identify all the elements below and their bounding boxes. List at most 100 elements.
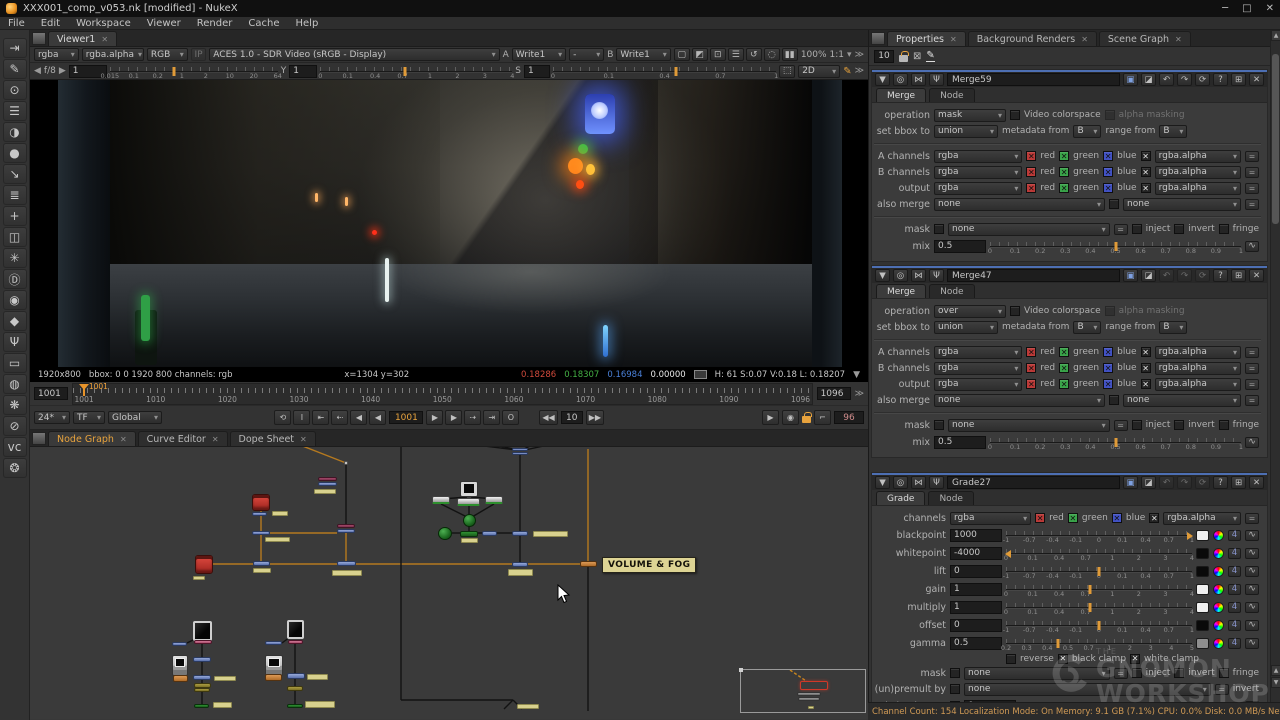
- alpha-checkbox[interactable]: ✕: [1141, 167, 1151, 177]
- color-swatch-button[interactable]: [1196, 566, 1209, 577]
- playhead[interactable]: [83, 384, 85, 396]
- node-label[interactable]: [332, 570, 362, 576]
- close-icon[interactable]: ✕: [1249, 476, 1264, 489]
- keyer-icon[interactable]: ↘: [3, 164, 27, 184]
- node-color-icon[interactable]: ◪: [1141, 269, 1156, 282]
- dropdown[interactable]: rgba: [934, 150, 1022, 163]
- value-slider[interactable]: 00.10.40.71234: [1006, 600, 1192, 615]
- frame-cycle-icon[interactable]: O: [502, 410, 519, 425]
- connector-icon[interactable]: ⋈: [911, 269, 926, 282]
- status-dropdown-icon[interactable]: ▼: [853, 370, 860, 380]
- dropdown[interactable]: none: [934, 394, 1105, 407]
- also-merge-checkbox[interactable]: [1109, 395, 1119, 405]
- mix-input[interactable]: 0.5: [934, 436, 986, 449]
- close-tab-icon[interactable]: ✕: [212, 435, 219, 444]
- color-icon[interactable]: ◑: [3, 122, 27, 142]
- graph-node[interactable]: [288, 640, 303, 644]
- node-label[interactable]: [533, 531, 568, 537]
- panel-tab-node[interactable]: Node: [928, 491, 974, 505]
- float-icon[interactable]: ⊞: [1231, 73, 1246, 86]
- dropdown[interactable]: mask: [934, 109, 1006, 122]
- range-end-input[interactable]: 1096: [817, 387, 851, 400]
- views-icon[interactable]: ◉: [3, 290, 27, 310]
- graph-node[interactable]: [512, 448, 528, 451]
- alpha-checkbox[interactable]: ✕: [1141, 379, 1151, 389]
- viewer-viewport[interactable]: [30, 80, 868, 367]
- dropdown[interactable]: rgba: [934, 182, 1022, 195]
- help-icon[interactable]: ?: [1213, 269, 1228, 282]
- node-label[interactable]: [808, 706, 814, 709]
- close-icon[interactable]: ✕: [1249, 73, 1264, 86]
- dropdown[interactable]: none: [948, 419, 1110, 432]
- graph-node[interactable]: [287, 673, 305, 679]
- color-swatch-button[interactable]: [1196, 584, 1209, 595]
- undo-icon[interactable]: ↶: [1159, 476, 1174, 489]
- graph-node[interactable]: [800, 681, 828, 690]
- lock-range-icon[interactable]: [802, 416, 811, 423]
- particles-icon[interactable]: ✳: [3, 248, 27, 268]
- graph-node[interactable]: [512, 531, 528, 536]
- graph-node[interactable]: [265, 641, 282, 645]
- tab-node-graph[interactable]: Node Graph✕: [48, 431, 136, 446]
- graph-node[interactable]: [194, 640, 212, 644]
- graph-node[interactable]: [463, 514, 476, 527]
- inject-checkbox[interactable]: [1132, 420, 1142, 430]
- multiply-input[interactable]: 1: [950, 601, 1002, 614]
- node-label[interactable]: [307, 674, 328, 680]
- color-wheel-icon[interactable]: [1213, 638, 1224, 649]
- value-slider[interactable]: 0.20.30.40.50.712345: [1006, 636, 1192, 651]
- color-swatch-button[interactable]: [1196, 602, 1209, 613]
- postage-stamp-icon[interactable]: ▣: [1123, 73, 1138, 86]
- split-rgba-button[interactable]: 4: [1228, 584, 1241, 595]
- graph-node[interactable]: [460, 531, 478, 537]
- merge-icon[interactable]: ≣: [3, 185, 27, 205]
- gamma-slider[interactable]: 00.10.40.71234: [320, 64, 512, 79]
- graph-node[interactable]: [287, 704, 303, 708]
- color-wheel-icon[interactable]: [1213, 530, 1224, 541]
- node-color-icon[interactable]: ◪: [1141, 73, 1156, 86]
- split-rgba-button[interactable]: 4: [1228, 566, 1241, 577]
- menu-render[interactable]: Render: [197, 18, 233, 29]
- channel-equals-button[interactable]: =: [1245, 151, 1259, 162]
- split-rgba-button[interactable]: 4: [1228, 602, 1241, 613]
- goto-start-icon[interactable]: ⇤: [312, 410, 329, 425]
- 3d-icon[interactable]: ◫: [3, 227, 27, 247]
- dropdown[interactable]: rgba.alpha: [1155, 150, 1241, 163]
- filter-icon[interactable]: ●: [3, 143, 27, 163]
- dropdown[interactable]: B: [1159, 321, 1187, 334]
- value-slider[interactable]: 00.10.20.30.40.50.60.70.80.91: [990, 239, 1241, 254]
- fringe-checkbox[interactable]: [1219, 420, 1229, 430]
- refresh-icon[interactable]: ↺: [746, 48, 762, 61]
- redo-icon[interactable]: ↷: [1177, 73, 1192, 86]
- curve-icon[interactable]: ∿: [1245, 620, 1259, 631]
- dropdown[interactable]: rgba.alpha: [1155, 346, 1241, 359]
- lock-panels-icon[interactable]: [899, 55, 908, 62]
- display-channel-select[interactable]: RGB: [147, 48, 188, 61]
- node-label[interactable]: [461, 538, 478, 543]
- graph-node[interactable]: [193, 657, 211, 662]
- wipe-icon[interactable]: ⊡: [710, 48, 726, 61]
- red-checkbox[interactable]: ✕: [1026, 167, 1036, 177]
- node-label[interactable]: [265, 537, 290, 542]
- center-node-icon[interactable]: ◎: [893, 269, 908, 282]
- pause-icon[interactable]: ▮▮: [782, 48, 798, 61]
- redo-icon[interactable]: ↷: [1177, 269, 1192, 282]
- graph-node[interactable]: [438, 527, 452, 540]
- prev-fstop-icon[interactable]: ◀: [34, 66, 41, 76]
- green-checkbox[interactable]: ✕: [1059, 167, 1069, 177]
- panel-tab-merge[interactable]: Merge: [876, 88, 926, 102]
- blue-checkbox[interactable]: ✕: [1103, 363, 1113, 373]
- graph-node[interactable]: [172, 655, 188, 676]
- alpha-checkbox[interactable]: ✕: [1141, 151, 1151, 161]
- help-icon[interactable]: ?: [1213, 476, 1228, 489]
- video-colorspace-checkbox[interactable]: [1010, 306, 1020, 316]
- graph-node[interactable]: [460, 481, 478, 497]
- sparkle-icon[interactable]: ❋: [3, 395, 27, 415]
- black-clamp-checkbox[interactable]: ✕: [1058, 654, 1068, 664]
- menu-help[interactable]: Help: [296, 18, 319, 29]
- panel-tab-merge[interactable]: Merge: [876, 284, 926, 298]
- wrench-icon[interactable]: Ψ: [929, 476, 944, 489]
- alpha-layer-select[interactable]: rgba.alpha: [82, 48, 144, 61]
- split-rgba-button[interactable]: 4: [1228, 620, 1241, 631]
- mask-channel-button[interactable]: =: [1114, 224, 1128, 235]
